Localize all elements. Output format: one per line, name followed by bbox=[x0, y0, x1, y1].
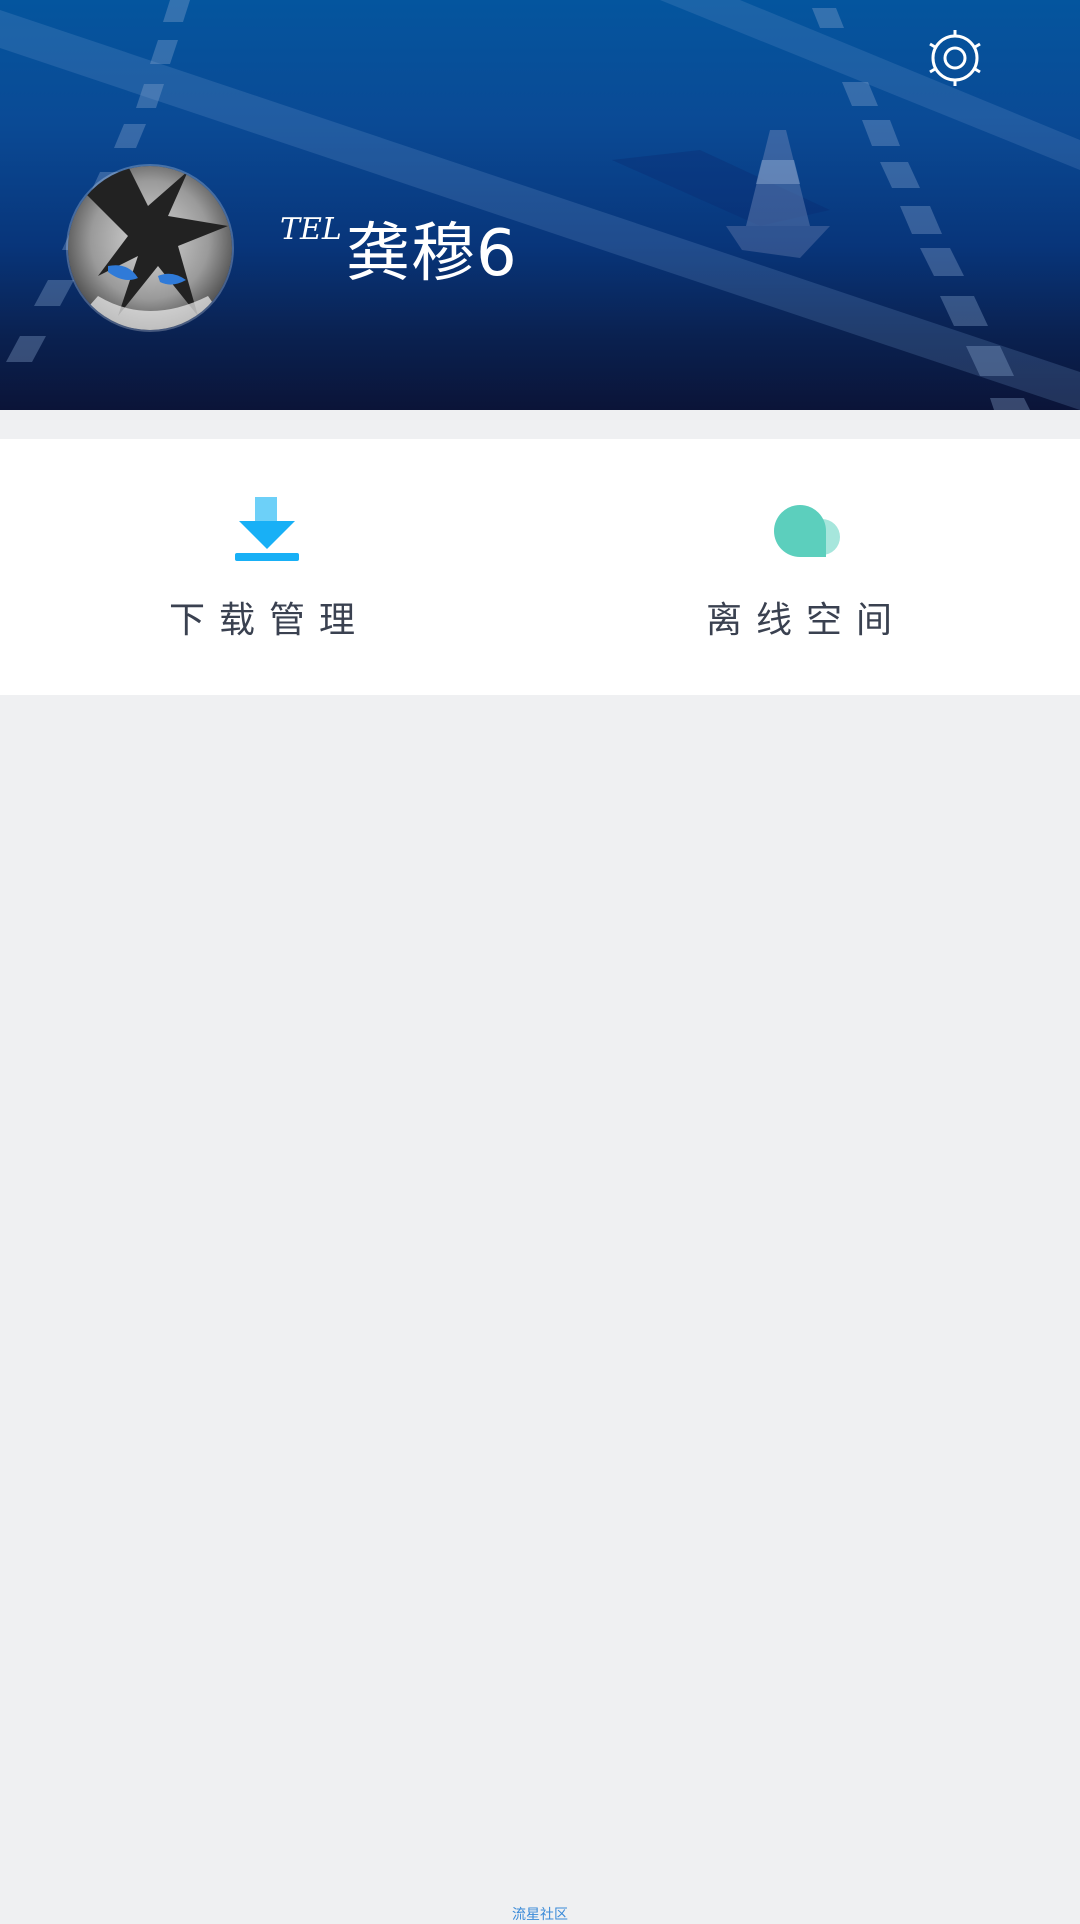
tel-label: TEL bbox=[280, 212, 342, 247]
settings-button[interactable] bbox=[925, 28, 985, 88]
avatar[interactable] bbox=[66, 164, 234, 332]
offline-space-label: 离线空间 bbox=[705, 600, 906, 641]
download-icon bbox=[235, 497, 299, 561]
profile-header: TEL 龚穆6 bbox=[0, 0, 1080, 410]
community-link[interactable]: 流星社区 bbox=[0, 1904, 1080, 1924]
cloud-icon bbox=[774, 505, 840, 557]
download-manager-button[interactable]: 下载管理 bbox=[119, 439, 419, 695]
user-name: 龚穆6 bbox=[346, 217, 518, 291]
action-panel: 下载管理 离线空间 bbox=[0, 439, 1080, 695]
download-manager-label: 下载管理 bbox=[168, 600, 369, 641]
gear-icon bbox=[929, 30, 981, 86]
avatar-image bbox=[68, 166, 232, 330]
offline-space-button[interactable]: 离线空间 bbox=[656, 439, 956, 695]
